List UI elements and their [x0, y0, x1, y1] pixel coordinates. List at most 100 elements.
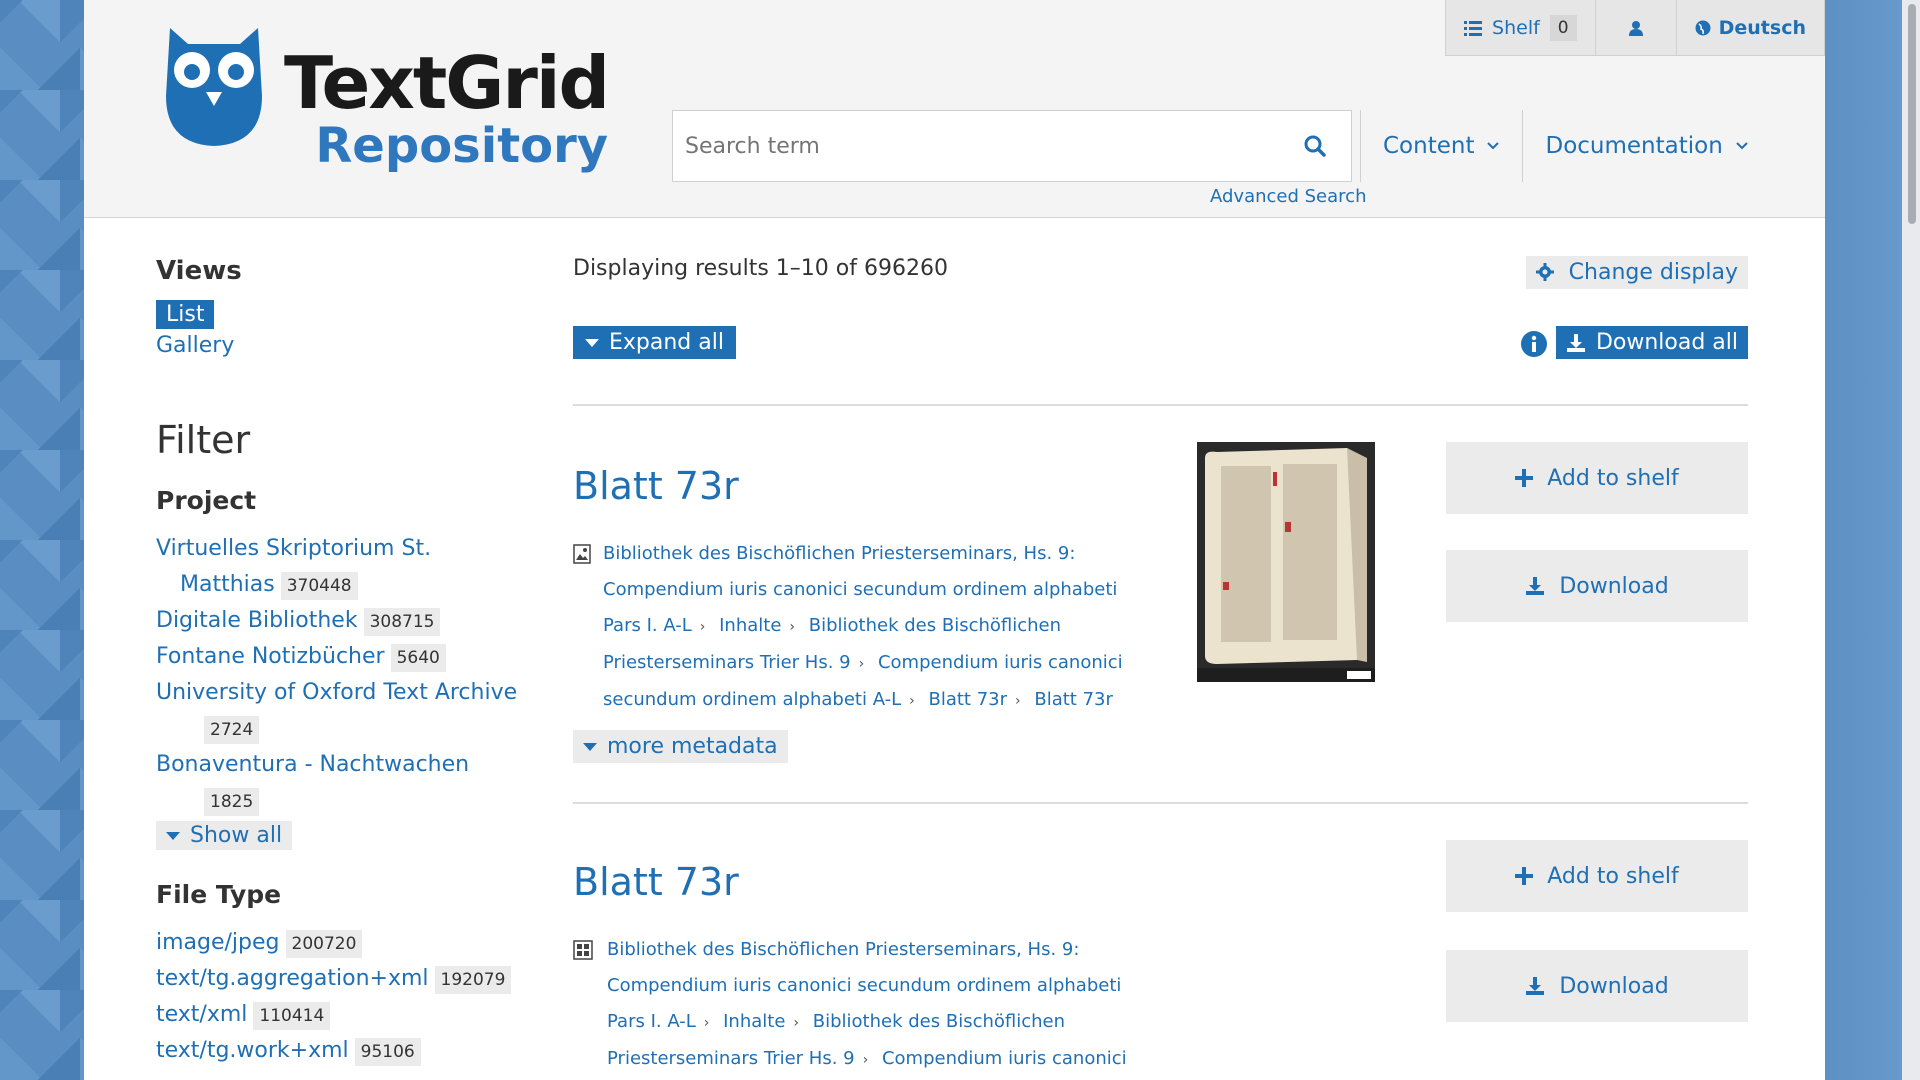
plus-icon — [1515, 867, 1534, 885]
download-button[interactable]: Download — [1446, 550, 1748, 622]
nav-content[interactable]: Content — [1360, 110, 1522, 182]
facet-count: 95106 — [354, 1038, 421, 1066]
add-to-shelf-button[interactable]: Add to shelf — [1446, 840, 1748, 912]
globe-icon — [1695, 20, 1711, 35]
facet-link[interactable]: Fontane Notizbücher — [156, 644, 385, 669]
facet-item[interactable]: Virtuelles Skriptorium St. Matthias 37044… — [156, 531, 526, 603]
facet-link[interactable]: Digitale Bibliothek — [156, 608, 358, 633]
project-facet-title: Project — [156, 486, 257, 515]
facet-link[interactable]: text/tg.work+xml — [156, 1038, 349, 1063]
chevron-right-icon: › — [858, 656, 865, 672]
logo[interactable]: TextGrid Repository — [162, 26, 610, 172]
view-gallery[interactable]: Gallery — [156, 333, 526, 358]
image-file-icon — [573, 544, 591, 564]
download-button[interactable]: Download — [1446, 950, 1748, 1022]
download-all-button[interactable]: Download all — [1555, 326, 1748, 359]
main-nav: Content Documentation — [1360, 110, 1771, 182]
show-all-button[interactable]: Show all — [156, 821, 293, 850]
results-main: Displaying results 1–10 of 696260 Change… — [573, 256, 1748, 1069]
chevron-right-icon: › — [789, 619, 796, 635]
result-title[interactable]: Blatt 73r — [573, 860, 739, 904]
nav-content-label: Content — [1383, 133, 1475, 159]
facet-count: 308715 — [363, 608, 441, 636]
breadcrumb-link[interactable]: Inhalte — [719, 615, 781, 636]
nav-documentation[interactable]: Documentation — [1522, 110, 1770, 182]
facet-link[interactable]: image/jpeg — [156, 930, 280, 955]
facet-item[interactable]: text/tg.work+xml 95106 — [156, 1033, 526, 1069]
facet-link[interactable]: University of Oxford Text Archive — [156, 680, 517, 705]
site-header: TextGrid Repository Shelf 0 Deutsch Sear… — [84, 0, 1825, 218]
facet-item[interactable]: image/jpeg 200720 — [156, 925, 526, 961]
breadcrumb-link[interactable]: Blatt 73r — [1034, 689, 1113, 710]
change-display-button[interactable]: Change display — [1525, 256, 1748, 289]
divider — [573, 404, 1748, 406]
result-title[interactable]: Blatt 73r — [573, 464, 739, 508]
add-to-shelf-button[interactable]: Add to shelf — [1446, 442, 1748, 514]
expand-all-label: Expand all — [609, 330, 724, 355]
breadcrumb-link[interactable]: Compendium iuris canonici — [882, 1048, 1127, 1069]
facet-count: 2724 — [204, 716, 260, 744]
nav-documentation-label: Documentation — [1545, 133, 1723, 159]
download-all-label: Download all — [1595, 330, 1738, 355]
add-to-shelf-label: Add to shelf — [1547, 465, 1679, 491]
facet-item[interactable]: University of Oxford Text Archive 2724 — [156, 675, 526, 747]
top-bar: Shelf 0 Deutsch — [1445, 0, 1825, 56]
manuscript-thumbnail[interactable] — [1197, 442, 1375, 682]
shelf-link[interactable]: Shelf 0 — [1446, 0, 1596, 56]
caret-down-icon — [166, 832, 180, 840]
chevron-right-icon: › — [909, 693, 915, 709]
download-icon — [1526, 577, 1545, 595]
info-icon[interactable] — [1520, 330, 1548, 358]
download-icon — [1526, 977, 1545, 995]
list-icon — [1464, 20, 1483, 36]
chevron-right-icon: › — [793, 1015, 800, 1031]
advanced-search-link[interactable]: Advanced Search — [1210, 186, 1366, 207]
chevron-right-icon: › — [1015, 693, 1021, 709]
background-pattern — [0, 0, 84, 1080]
change-display-label: Change display — [1568, 260, 1738, 285]
filetype-facet-title: File Type — [156, 880, 282, 909]
facet-item[interactable]: text/tg.aggregation+xml 192079 — [156, 961, 526, 997]
chevron-right-icon: › — [862, 1052, 869, 1068]
facet-count: 192079 — [434, 966, 512, 994]
caret-down-icon — [585, 339, 599, 347]
facet-item[interactable]: text/xml 110414 — [156, 997, 526, 1033]
caret-down-icon — [583, 743, 597, 751]
shelf-label: Shelf — [1492, 16, 1540, 39]
search-input[interactable] — [673, 133, 1279, 159]
breadcrumb-link[interactable]: Blatt 73r — [928, 689, 1007, 710]
search-button[interactable] — [1279, 111, 1351, 181]
plus-icon — [1515, 469, 1534, 487]
sidebar: Views List Gallery Filter Project Virtue… — [156, 256, 526, 1069]
facet-count: 370448 — [280, 572, 358, 600]
facet-link[interactable]: text/xml — [156, 1002, 247, 1027]
scrollbar-thumb[interactable] — [1908, 4, 1916, 224]
breadcrumb-link[interactable]: Inhalte — [723, 1011, 785, 1032]
chevron-down-icon — [1736, 142, 1748, 150]
logo-title: TextGrid — [284, 41, 610, 125]
expand-all-button[interactable]: Expand all — [573, 326, 736, 359]
chevron-right-icon: › — [699, 619, 706, 635]
filter-title: Filter — [156, 418, 251, 462]
facet-item[interactable]: Fontane Notizbücher 5640 — [156, 639, 526, 675]
facet-item[interactable]: Digitale Bibliothek 308715 — [156, 603, 526, 639]
user-button[interactable] — [1596, 0, 1677, 56]
view-list[interactable]: List — [156, 300, 215, 329]
page-scrollbar[interactable] — [1902, 0, 1920, 1080]
search-box — [672, 110, 1352, 182]
facet-link[interactable]: Bonaventura - Nachtwachen — [156, 752, 469, 777]
add-to-shelf-label: Add to shelf — [1547, 863, 1679, 889]
facet-count: 1825 — [204, 788, 260, 816]
show-all-label: Show all — [190, 823, 283, 848]
facet-count: 200720 — [285, 930, 363, 958]
page: TextGrid Repository Shelf 0 Deutsch Sear… — [84, 0, 1825, 1080]
facet-item[interactable]: Bonaventura - Nachtwachen 1825 — [156, 747, 526, 819]
gear-icon — [1535, 263, 1554, 281]
views-title: Views — [156, 256, 242, 286]
language-switch[interactable]: Deutsch — [1677, 0, 1824, 56]
search-icon — [1304, 135, 1326, 157]
more-metadata-button[interactable]: more metadata — [573, 730, 788, 763]
facet-count: 5640 — [390, 644, 446, 672]
owl-logo-icon — [166, 28, 262, 146]
facet-link[interactable]: text/tg.aggregation+xml — [156, 966, 429, 991]
